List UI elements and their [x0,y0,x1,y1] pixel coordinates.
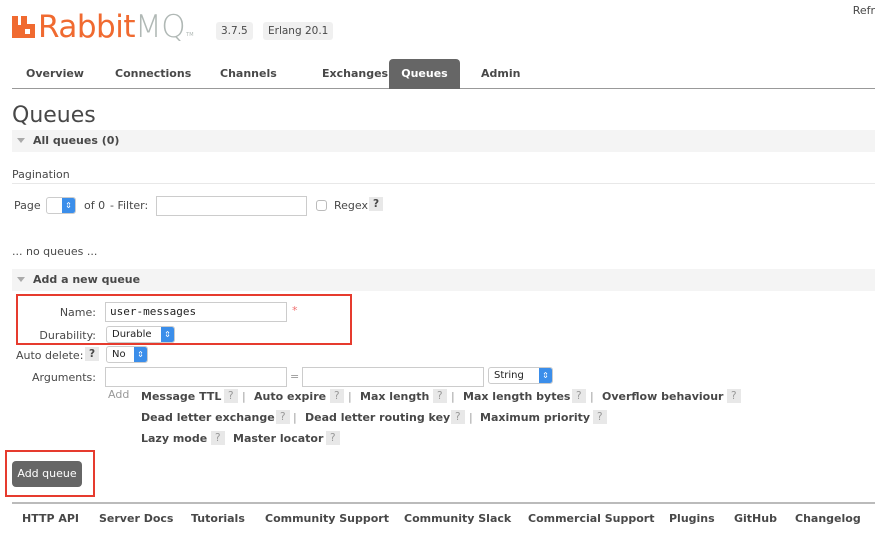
tab-queues[interactable]: Queues [389,59,460,89]
add-label: Add [108,388,130,401]
separator: | [293,411,297,424]
arg-message-ttl-link[interactable]: Message TTL [141,390,221,403]
footer-link-changelog[interactable]: Changelog [795,512,861,525]
equals-sign: = [290,370,300,383]
regex-label: Regex [334,199,368,212]
arg-dead-letter-routing-key-link[interactable]: Dead letter routing key [305,411,450,424]
argument-value-input[interactable] [302,367,484,387]
page-label: Page [14,199,41,212]
queue-name-input[interactable]: user-messages [105,302,287,322]
refresh-rate-label[interactable]: Refr [853,4,875,17]
separator: | [590,390,594,403]
tab-admin[interactable]: Admin [468,59,533,89]
filter-input[interactable] [156,196,307,216]
footer-link-community-support[interactable]: Community Support [265,512,389,525]
pagination-divider [12,183,875,184]
master-locator-help-button[interactable]: ? [326,431,340,445]
arguments-label: Arguments: [31,371,96,384]
footer-divider [12,502,875,504]
all-queues-section-toggle[interactable]: All queues (0) [12,130,875,152]
tab-overview[interactable]: Overview [13,59,97,89]
erlang-version-badge: Erlang 20.1 [263,22,334,40]
filter-label: - Filter: [110,199,149,212]
arg-master-locator-link[interactable]: Master locator [233,432,323,445]
select-arrows-icon: ⇕ [62,198,75,213]
page-select[interactable]: ⇕ [46,197,76,214]
arg-auto-expire-link[interactable]: Auto expire [254,390,326,403]
auto-delete-help-button[interactable]: ? [85,347,100,361]
max-length-help-button[interactable]: ? [433,389,447,403]
auto-expire-help-button[interactable]: ? [330,389,344,403]
lazy-mode-help-button[interactable]: ? [211,431,225,445]
add-queue-button[interactable]: Add queue [12,461,82,487]
required-marker: * [292,304,298,317]
rabbitmq-logo-icon [12,16,35,38]
footer-link-http-api[interactable]: HTTP API [22,512,79,525]
main-nav-tabs: Overview Connections Channels Exchanges … [12,59,875,89]
page-of-count: of 0 [84,199,106,212]
dead-letter-routing-key-help-button[interactable]: ? [451,410,465,424]
arg-lazy-mode-link[interactable]: Lazy mode [141,432,207,445]
separator: | [469,411,473,424]
separator: | [451,390,455,403]
durability-select[interactable]: Durable ⇕ [106,326,175,343]
overflow-behaviour-help-button[interactable]: ? [727,389,741,403]
tab-exchanges[interactable]: Exchanges [309,59,401,89]
select-arrows-icon: ⇕ [161,327,174,342]
select-arrows-icon: ⇕ [134,347,147,362]
page-title: Queues [12,103,96,128]
dead-letter-exchange-help-button[interactable]: ? [276,410,290,424]
add-queue-header: Add a new queue [33,273,141,286]
all-queues-header: All queues (0) [33,134,120,147]
message-ttl-help-button[interactable]: ? [224,389,238,403]
collapse-triangle-icon [17,137,25,143]
separator: | [242,390,246,403]
tab-channels[interactable]: Channels [207,59,290,89]
select-arrows-icon: ⇕ [539,368,552,383]
arg-max-length-link[interactable]: Max length [360,390,429,403]
add-queue-section-toggle[interactable]: Add a new queue [12,269,875,291]
rabbitmq-logo[interactable]: RabbitMQ TM [12,10,194,44]
no-queues-message: ... no queues ... [12,245,98,258]
tab-connections[interactable]: Connections [102,59,204,89]
footer-link-community-slack[interactable]: Community Slack [404,512,511,525]
pagination-label: Pagination [12,168,70,181]
logo-wordmark: RabbitMQ [38,9,186,45]
separator: | [348,390,352,403]
footer-link-server-docs[interactable]: Server Docs [99,512,173,525]
trademark-mark: TM [186,32,194,38]
arg-overflow-behaviour-link[interactable]: Overflow behaviour [602,390,723,403]
name-label: Name: [59,306,96,319]
durability-label: Durability: [39,329,96,342]
footer-link-github[interactable]: GitHub [734,512,777,525]
max-length-bytes-help-button[interactable]: ? [572,389,586,403]
footer-link-commercial-support[interactable]: Commercial Support [528,512,655,525]
argument-type-select[interactable]: String ⇕ [488,367,553,384]
regex-help-button[interactable]: ? [369,197,384,211]
argument-key-input[interactable] [105,367,287,387]
maximum-priority-help-button[interactable]: ? [593,410,607,424]
version-badge: 3.7.5 [216,22,253,40]
auto-delete-select[interactable]: No ⇕ [106,346,148,363]
arg-maximum-priority-link[interactable]: Maximum priority [480,411,590,424]
arg-max-length-bytes-link[interactable]: Max length bytes [463,390,570,403]
regex-checkbox[interactable] [316,200,327,211]
footer-link-plugins[interactable]: Plugins [669,512,715,525]
footer-link-tutorials[interactable]: Tutorials [191,512,245,525]
arg-dead-letter-exchange-link[interactable]: Dead letter exchange [141,411,275,424]
collapse-triangle-icon [17,276,25,282]
auto-delete-label: Auto delete: [16,349,84,362]
